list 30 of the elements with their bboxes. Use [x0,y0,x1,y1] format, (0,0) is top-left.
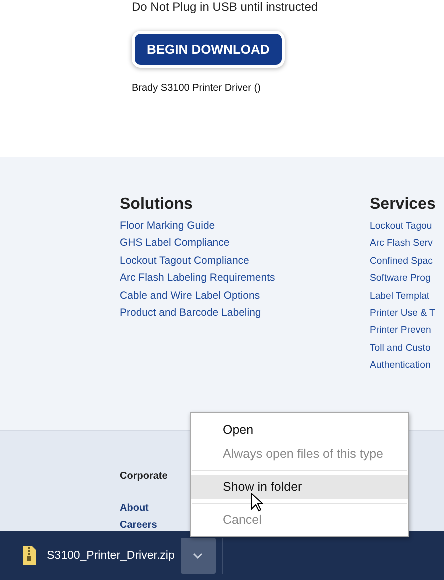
footer-link[interactable]: About [120,500,149,517]
column-heading: Services [370,195,436,215]
section-heading: Corporate [120,471,168,482]
chevron-down-icon [193,552,204,558]
footer-link[interactable]: GHS Label Compliance [120,235,230,253]
file-name[interactable]: S3100_Printer_Driver.zip [47,550,175,562]
footer-link[interactable]: Toll and Custo [370,340,431,358]
footer-link[interactable]: Label Templat [370,288,430,306]
begin-download-button[interactable]: BEGIN DOWNLOAD [132,31,285,68]
driver-name: Brady S3100 Printer Driver () [132,83,261,94]
footer-link[interactable]: Cable and Wire Label Options [120,288,260,306]
footer-link[interactable]: Confined Spac [370,252,433,270]
footer-link[interactable]: Printer Preven [370,322,432,340]
dropdown-button[interactable] [180,538,216,574]
column-heading: Solutions [120,195,193,215]
footer-link[interactable]: Product and Barcode Labeling [120,305,262,322]
zip-file-icon [22,546,36,565]
footer-link[interactable]: Authentication [370,357,431,375]
instruction-text: Do Not Plug in USB until instructed [132,0,318,14]
menu-item[interactable]: Open [191,418,408,442]
footer-link[interactable]: Arc Flash Serv [370,235,433,253]
mouse-pointer-icon [251,493,263,512]
footer-link[interactable]: Arc Flash Labeling Requirements [120,270,276,288]
footer-link[interactable]: Floor Marking Guide [120,218,216,236]
footer-link[interactable]: Software Prog [370,270,431,288]
footer-link[interactable]: Lockout Tagout Compliance [120,252,250,270]
footer-link[interactable]: Lockout Tagou [370,218,432,236]
footer-link[interactable]: Careers [120,517,158,534]
menu-item[interactable]: Show in folder [191,475,408,499]
footer-link[interactable]: Printer Use & T [370,305,436,322]
